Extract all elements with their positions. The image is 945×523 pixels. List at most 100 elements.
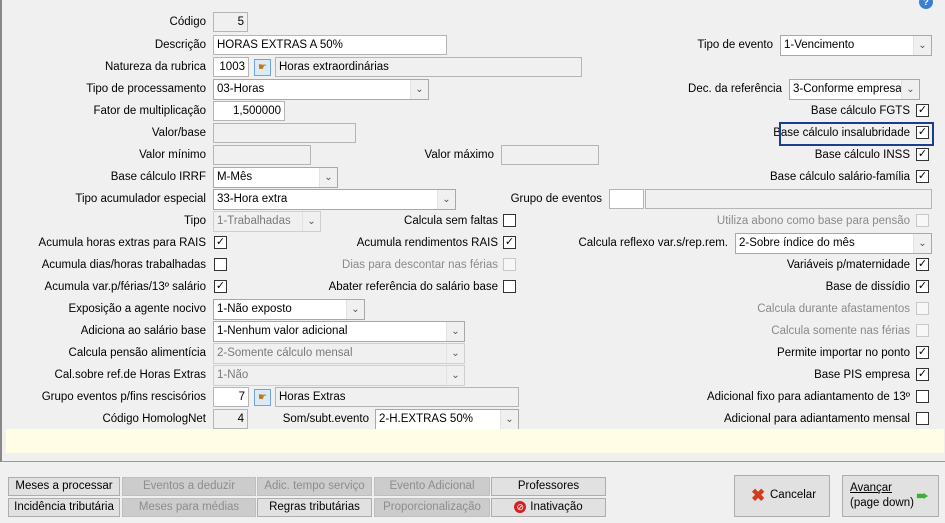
checkbox-label: Calcula sem faltas (404, 215, 498, 227)
tipo-processamento-value: 03-Horas (217, 83, 265, 95)
tipo-evento-select[interactable]: 1-Vencimento ⌄ (780, 35, 932, 56)
checkbox-label: Calcula durante afastamentos (757, 303, 910, 315)
inativacao-button[interactable]: ⊘ Inativação (491, 498, 606, 517)
green-arrow-right-icon: ➨ (916, 488, 930, 505)
exposicao-select[interactable]: 1-Não exposto ⌄ (213, 299, 365, 320)
exposicao-value: 1-Não exposto (217, 303, 292, 315)
descricao-label: Descrição (154, 39, 206, 51)
chevron-down-icon: ⌄ (446, 344, 464, 363)
fator-label: Fator de multiplicação (93, 105, 207, 117)
checkbox[interactable]: ✓ (503, 236, 516, 249)
checkbox-label: Calcula somente nas férias (771, 325, 910, 337)
checkbox[interactable]: ✓ (916, 170, 929, 183)
inativacao-label: Inativação (530, 501, 583, 513)
calcula-reflexo-select[interactable]: 2-Sobre índice do mês ⌄ (735, 233, 932, 254)
valor-maximo-field (501, 145, 599, 165)
incidencia-button[interactable]: Incidência tributária (8, 498, 120, 517)
checkbox-label: Adicional fixo para adiantamento de 13º (706, 391, 910, 403)
checkbox[interactable]: ✓ (916, 368, 929, 381)
lookup-hand-icon[interactable]: ☛ (254, 59, 271, 76)
fator-input[interactable]: 1,500000 (213, 101, 285, 121)
codigo-field: 5 (213, 12, 248, 32)
base-irrf-select[interactable]: M-Mês ⌄ (213, 167, 338, 188)
natureza-label: Natureza da rubrica (105, 61, 206, 73)
checkbox[interactable]: ✓ (214, 236, 227, 249)
valor-minimo-field (213, 145, 311, 165)
tipo-acumulador-select[interactable]: 33-Hora extra ⌄ (213, 189, 456, 210)
checkbox[interactable] (916, 390, 929, 403)
pensao-value: 2-Somente cálculo mensal (217, 347, 353, 359)
chevron-down-icon: ⌄ (446, 322, 464, 341)
checkbox[interactable]: ✓ (916, 148, 929, 161)
tipo-evento-value: 1-Vencimento (784, 39, 855, 51)
checkbox (916, 302, 929, 315)
cancelar-button[interactable]: ✖ Cancelar (734, 475, 830, 517)
checkbox[interactable]: ✓ (214, 280, 227, 293)
homolognet-field: 4 (213, 409, 248, 429)
grupo-eventos-label: Grupo de eventos (510, 193, 602, 205)
checkbox[interactable] (503, 214, 516, 227)
checkbox-label: Utiliza abono como base para pensão (716, 215, 910, 227)
grupo-eventos-code-input[interactable] (609, 189, 644, 209)
grupo-rescisorios-code-input[interactable]: 7 (213, 387, 249, 407)
homolognet-label: Código HomologNet (102, 413, 206, 425)
help-icon[interactable]: ? (919, 0, 933, 9)
chevron-down-icon: ⌄ (500, 410, 518, 429)
checkbox[interactable]: ✓ (916, 346, 929, 359)
checkbox[interactable] (503, 280, 516, 293)
adiciona-select[interactable]: 1-Nenhum valor adicional ⌄ (213, 321, 465, 342)
lookup-hand-icon[interactable]: ☛ (254, 389, 271, 406)
chevron-down-icon: ⌄ (901, 80, 919, 99)
checkbox-label: Acumula dias/horas trabalhadas (41, 259, 206, 271)
tipo-processamento-select[interactable]: 03-Horas ⌄ (213, 79, 429, 100)
valor-base-label: Valor/base (151, 127, 206, 139)
descricao-input[interactable]: HORAS EXTRAS A 50% (213, 35, 447, 55)
chevron-down-icon: ⌄ (913, 36, 931, 55)
tipo-acumulador-label: Tipo acumulador especial (75, 193, 206, 205)
valor-minimo-label: Valor mínimo (139, 149, 206, 161)
checkbox[interactable] (916, 412, 929, 425)
checkbox (916, 324, 929, 337)
tipo-label: Tipo (184, 215, 206, 227)
base-irrf-label: Base cálculo IRRF (110, 171, 206, 183)
checkbox (916, 214, 929, 227)
checkbox-label: Acumula var.p/férias/13º salário (44, 281, 206, 293)
adic-tempo-button: Adic. tempo serviço (257, 477, 372, 496)
dec-referencia-label: Dec. da referência (688, 83, 782, 95)
dec-referencia-value: 3-Conforme empresa (793, 83, 902, 95)
dec-referencia-select[interactable]: 3-Conforme empresa ⌄ (789, 79, 920, 100)
checkbox-label: Base de dissídio (825, 281, 910, 293)
adiciona-label: Adiciona ao salário base (80, 325, 206, 337)
cal-sobre-select: 1-Não ⌄ (213, 365, 465, 386)
tipo-evento-label: Tipo de evento (697, 39, 773, 51)
checkbox[interactable] (214, 258, 227, 271)
checkbox-label: Base PIS empresa (814, 369, 910, 381)
som-subt-select[interactable]: 2-H.EXTRAS 50% ⌄ (375, 409, 519, 430)
chevron-down-icon: ⌄ (319, 168, 337, 187)
checkbox-label: Variáveis p/maternidade (786, 259, 910, 271)
checkbox[interactable]: ✓ (916, 258, 929, 271)
hint-bar (6, 429, 944, 453)
chevron-down-icon: ⌄ (437, 190, 455, 209)
cancelar-label: Cancelar (770, 489, 817, 501)
regras-button[interactable]: Regras tributárias (257, 498, 372, 517)
checkbox (503, 258, 516, 271)
natureza-code-input[interactable]: 1003 (213, 57, 249, 77)
som-subt-value: 2-H.EXTRAS 50% (379, 413, 473, 425)
checkbox-label: Dias para descontar nas férias (342, 259, 498, 271)
meses-processar-button[interactable]: Meses a processar (8, 477, 120, 496)
checkbox[interactable]: ✓ (916, 104, 929, 117)
checkbox-label: Permite importar no ponto (777, 347, 910, 359)
tipo-value: 1-Trabalhadas (217, 215, 291, 227)
chevron-down-icon: ⌄ (302, 212, 320, 231)
adiciona-value: 1-Nenhum valor adicional (217, 325, 348, 337)
red-x-icon: ✖ (751, 486, 766, 505)
cal-sobre-value: 1-Não (217, 369, 249, 381)
checkbox-label: Base cálculo FGTS (810, 105, 910, 117)
avancar-sublabel: (page down) (850, 497, 914, 509)
professores-button[interactable]: Professores (491, 477, 606, 496)
calcula-reflexo-value: 2-Sobre índice do mês (739, 237, 855, 249)
avancar-button[interactable]: Avançar (page down) ➨ (842, 475, 939, 517)
checkbox[interactable]: ✓ (916, 280, 929, 293)
chevron-down-icon: ⌄ (446, 366, 464, 385)
